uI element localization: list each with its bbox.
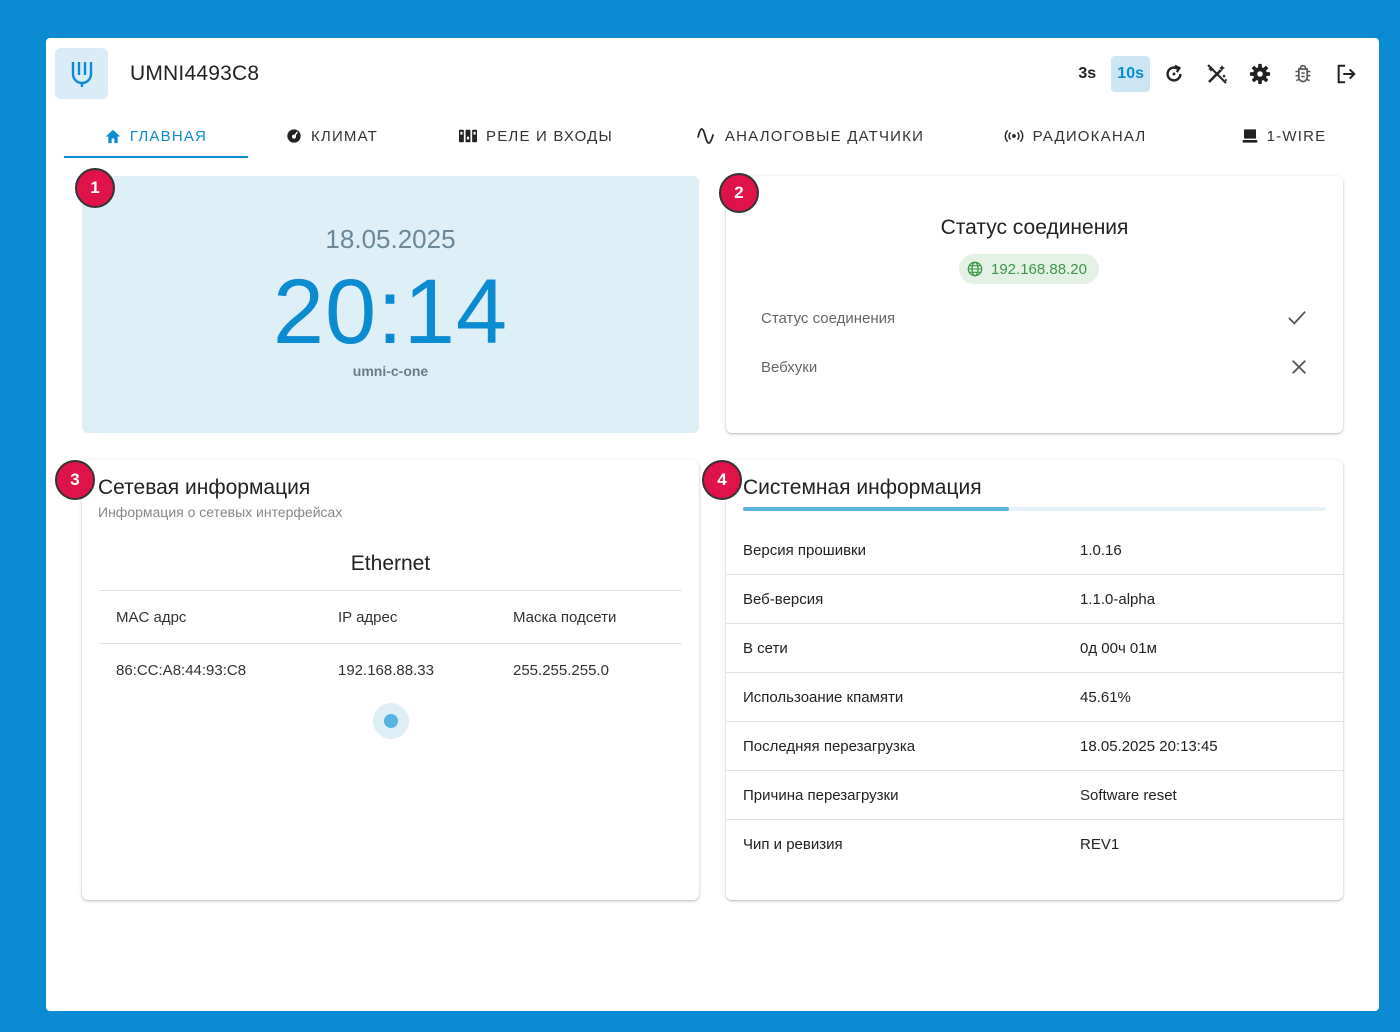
- ip-address: 192.168.88.20: [991, 260, 1087, 278]
- tab-label: ГЛАВНАЯ: [129, 127, 208, 145]
- table-header-row: MAC адрс IP адрес Маска подсети: [99, 590, 682, 643]
- network-subtitle: Информация о сетевых интерфейсах: [98, 504, 343, 520]
- mac-address: 86:CC:A8:44:93:C8: [116, 662, 247, 679]
- table-row: Версия прошивки 1.0.16: [726, 526, 1343, 575]
- system-title: Системная информация: [743, 476, 982, 499]
- bug-icon: [1295, 64, 1311, 83]
- row-key: Веб-версия: [743, 591, 824, 608]
- table-row: Использоание кпамяти 45.61%: [726, 673, 1343, 722]
- network-info-card: Сетевая информация Информация о сетевых …: [82, 460, 699, 900]
- row-key: В сети: [743, 640, 788, 657]
- active-tab-indicator: [64, 156, 248, 158]
- home-icon: [105, 129, 121, 144]
- ip-chip[interactable]: 192.168.88.20: [959, 254, 1099, 284]
- annotation-badge-2: 2: [719, 173, 759, 213]
- tab-relays-inputs[interactable]: РЕЛЕ И ВХОДЫ: [446, 114, 626, 158]
- network-table: MAC адрс IP адрес Маска подсети 86:CC:A8…: [99, 590, 682, 696]
- device-name: UMNI4493C8: [130, 62, 260, 85]
- app-window: UMNI4493C8 3s 10s ГЛАВНАЯ КЛИМАТ РЕЛЕ И …: [46, 38, 1379, 1011]
- subnet-mask: 255.255.255.0: [513, 662, 609, 679]
- clock-time: 20:14: [272, 261, 509, 363]
- refresh-button[interactable]: [1155, 56, 1193, 92]
- check-icon: [1288, 311, 1306, 325]
- system-info-table: Версия прошивки 1.0.16 Веб-версия 1.1.0-al…: [726, 526, 1343, 869]
- magic-wand-off-icon: [1207, 64, 1227, 84]
- clock-date: 18.05.2025: [325, 224, 456, 254]
- clock-hostname: umni-c-one: [352, 363, 429, 379]
- column-header-mask: Маска подсети: [513, 609, 617, 626]
- effects-off-button[interactable]: [1198, 56, 1236, 92]
- status-row-webhooks: Вебхуки: [761, 352, 1308, 382]
- row-value: 0д 00ч 01м: [1080, 640, 1157, 657]
- gauge-icon: [286, 128, 302, 144]
- ip-address: 192.168.88.33: [338, 662, 434, 679]
- refresh-icon: [1166, 64, 1182, 82]
- column-header-mac: MAC адрс: [116, 609, 187, 626]
- settings-button[interactable]: [1241, 56, 1279, 92]
- memory-usage-bar: [743, 507, 1326, 511]
- app-header: UMNI4493C8 3s 10s: [46, 38, 1379, 110]
- settings-gear-icon: [1249, 63, 1271, 85]
- table-row: Чип и ревизия REV1: [726, 820, 1343, 869]
- status-row-label: Вебхуки: [761, 358, 818, 376]
- relay-icon: [458, 129, 477, 143]
- clock-card: 18.05.2025 20:14 umni-c-one: [82, 176, 699, 433]
- tab-analog-sensors[interactable]: АНАЛОГОВЫЕ ДАТЧИКИ: [686, 114, 934, 158]
- sine-wave-icon: [696, 128, 716, 144]
- row-value: Software reset: [1080, 787, 1177, 804]
- tab-label: 1-WIRE: [1266, 127, 1327, 145]
- tab-climate[interactable]: КЛИМАТ: [274, 114, 390, 158]
- radio-signal-icon: [1004, 129, 1024, 143]
- row-value: 45.61%: [1080, 689, 1131, 706]
- table-row: В сети 0д 00ч 01м: [726, 624, 1343, 673]
- row-key: Причина перезагрузки: [743, 787, 899, 804]
- tab-label: РЕЛЕ И ВХОДЫ: [485, 127, 613, 145]
- status-row-connection: Статус соединения: [761, 303, 1308, 333]
- toolbar: 3s 10s: [1063, 55, 1365, 93]
- refresh-3s-button[interactable]: 3s: [1068, 56, 1106, 92]
- annotation-badge-1: 1: [75, 168, 115, 208]
- column-header-ip: IP адрес: [338, 609, 398, 626]
- row-value: 1.0.16: [1080, 542, 1122, 559]
- logout-icon: [1337, 64, 1356, 84]
- annotation-badge-4: 4: [702, 460, 742, 500]
- table-row: Последняя перезагрузка 18.05.2025 20:13:4…: [726, 722, 1343, 771]
- network-title: Сетевая информация: [98, 476, 311, 499]
- debug-button[interactable]: [1284, 56, 1322, 92]
- annotation-badge-3: 3: [55, 460, 95, 500]
- tab-radio-channel[interactable]: РАДИОКАНАЛ: [994, 114, 1156, 158]
- row-key: Использоание кпамяти: [743, 689, 904, 706]
- tab-label: КЛИМАТ: [310, 127, 379, 145]
- memory-usage-bar-fill: [743, 507, 1009, 511]
- row-value: 18.05.2025 20:13:45: [1080, 738, 1218, 755]
- tab-home[interactable]: ГЛАВНАЯ: [64, 114, 248, 158]
- system-info-card: Системная информация Версия прошивки 1.0.…: [726, 460, 1343, 900]
- loading-dot-icon: [384, 714, 398, 728]
- close-icon: [1292, 360, 1306, 374]
- status-title: Статус соединения: [940, 216, 1129, 239]
- table-row: 86:CC:A8:44:93:C8 192.168.88.33 255.255.…: [99, 643, 682, 696]
- globe-icon: [967, 261, 983, 277]
- status-row-label: Статус соединения: [761, 309, 896, 327]
- row-value: 1.1.0-alpha: [1080, 591, 1156, 608]
- table-row: Веб-версия 1.1.0-alpha: [726, 575, 1343, 624]
- row-key: Чип и ревизия: [743, 836, 843, 853]
- loading-indicator: [373, 703, 409, 739]
- tab-label: АНАЛОГОВЫЕ ДАТЧИКИ: [724, 127, 925, 145]
- refresh-10s-button[interactable]: 10s: [1111, 56, 1150, 92]
- nav-tabs: ГЛАВНАЯ КЛИМАТ РЕЛЕ И ВХОДЫ АНАЛОГОВЫЕ Д…: [64, 114, 1364, 158]
- interface-title: Ethernet: [350, 552, 431, 575]
- logo-icon: [71, 61, 92, 87]
- row-key: Версия прошивки: [743, 542, 866, 559]
- row-value: REV1: [1080, 836, 1120, 853]
- computer-icon: [1242, 128, 1258, 144]
- row-key: Последняя перезагрузка: [743, 738, 916, 755]
- table-row: Причина перезагрузки Software reset: [726, 771, 1343, 820]
- logo[interactable]: [55, 48, 108, 99]
- connection-status-card: Статус соединения 192.168.88.20 Статус с…: [726, 176, 1343, 433]
- tab-label: РАДИОКАНАЛ: [1032, 127, 1147, 145]
- tab-1-wire[interactable]: 1-WIRE: [1224, 114, 1344, 158]
- logout-button[interactable]: [1327, 56, 1365, 92]
